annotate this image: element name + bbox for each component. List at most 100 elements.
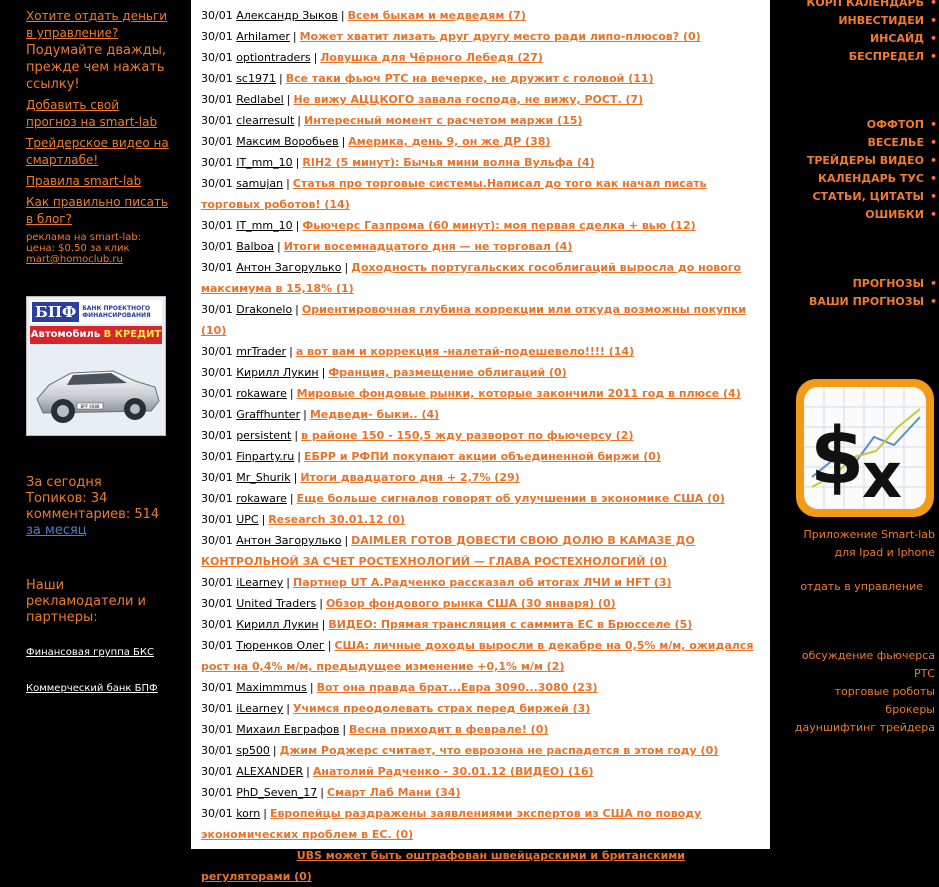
- topic-title-link[interactable]: Интересный момент с расчетом маржи (15): [304, 114, 582, 127]
- topic-title-link[interactable]: ЕБРР и РФПИ покупают акции объединенной …: [304, 450, 661, 463]
- topic-title-link[interactable]: Смарт Лаб Мани (34): [327, 786, 461, 799]
- topic-author-link[interactable]: Balboa: [236, 240, 274, 253]
- right-link-trading-robots[interactable]: торговые роботы: [835, 685, 935, 698]
- partner-link-bks[interactable]: Финансовая группа БКС: [26, 647, 154, 658]
- right-nav-item[interactable]: СТАТЬИ, ЦИТАТЫ •: [812, 190, 937, 203]
- topic-author-link[interactable]: clearresult: [236, 114, 294, 127]
- bullet-icon: •: [929, 118, 937, 131]
- topic-title-link[interactable]: а вот вам и коррекция -налетай-подешевел…: [296, 345, 634, 358]
- stats-month-link[interactable]: за месяц: [26, 523, 87, 538]
- topic-title-link[interactable]: Весна приходит в феврале! (0): [349, 723, 548, 736]
- right-nav-item[interactable]: КОРП КАЛЕНДАРЬ •: [806, 0, 937, 9]
- topic-title-link[interactable]: Итоги двадцатого дня + 2,7% (29): [300, 471, 519, 484]
- right-link-rts[interactable]: РТС: [914, 667, 935, 680]
- topic-author-link[interactable]: Михаил Евграфов: [236, 723, 339, 736]
- right-nav-item[interactable]: ПРОГНОЗЫ •: [853, 277, 937, 290]
- sidebar-link-trader-video[interactable]: Трейдерское видео на смартлабе!: [26, 135, 171, 169]
- topic-title-link[interactable]: Вот она правда брат...Евра 3090...3080 (…: [317, 681, 598, 694]
- topic-title-link[interactable]: Партнер UT А.Радченко рассказал об итога…: [293, 576, 672, 589]
- topic-title-link[interactable]: Еще больше сигналов говорят об улучшении…: [297, 492, 725, 505]
- right-link-brokers[interactable]: брокеры: [885, 703, 935, 716]
- topic-title-link[interactable]: Джим Роджерс считает, что еврозона не ра…: [280, 744, 719, 757]
- topic-title-link[interactable]: Фьючерс Газпрома (60 минут): моя первая …: [302, 219, 695, 232]
- topic-author-link[interactable]: Graffhunter: [236, 408, 300, 421]
- right-nav-item[interactable]: ИНВЕСТИДЕИ •: [838, 14, 937, 27]
- topic-author-link[interactable]: Finparty.ru: [236, 450, 294, 463]
- topic-title-link[interactable]: Франция, размещение облигаций (0): [328, 366, 566, 379]
- topic-title-link[interactable]: Америка, день 9, он же ДР (38): [348, 135, 550, 148]
- table-row: 30/01 clearresult | Интересный момент с ра…: [201, 110, 766, 131]
- topic-author-link[interactable]: Кирилл Лукин: [236, 366, 318, 379]
- topic-author-link[interactable]: Александр Зыков: [236, 9, 338, 22]
- table-row: 30/01 Кирилл Лукин | ВИДЕО: Прямая трансля…: [201, 614, 766, 635]
- sidebar-link-rules[interactable]: Правила smart-lab: [26, 173, 171, 190]
- topic-title-link[interactable]: Мировые фондовые рынки, которые закончил…: [297, 387, 741, 400]
- topic-author-link[interactable]: Тюренков Олег: [236, 639, 325, 652]
- right-nav-label: ВАШИ ПРОГНОЗЫ: [809, 295, 924, 308]
- topic-author-link[interactable]: samujan: [236, 177, 283, 190]
- topic-author-link[interactable]: PhD_Seven_17: [236, 786, 317, 799]
- topic-author-link[interactable]: mrTrader: [236, 345, 286, 358]
- topic-author-link[interactable]: Кирилл Лукин: [236, 618, 318, 631]
- right-link-downshifting[interactable]: дауншифтинг трейдера: [795, 721, 935, 734]
- topic-author-link[interactable]: persistent: [236, 429, 291, 442]
- sidebar-link-manage-money[interactable]: Хотите отдать деньги в управление?: [26, 8, 171, 42]
- bpf-banner[interactable]: БПФ БАНК ПРОЕКТНОГО ФИНАНСИРОВАНИЯ Автом…: [26, 296, 166, 436]
- topic-title-link[interactable]: Обзор фондового рынка США (30 января) (0…: [326, 597, 616, 610]
- topic-author-link[interactable]: Mr_Shurik: [236, 471, 290, 484]
- right-link-manage[interactable]: отдать в управление: [800, 580, 923, 593]
- topic-author-link[interactable]: Максим Воробьев: [236, 135, 338, 148]
- topic-title-link[interactable]: в районе 150 - 150,5 жду разворот по фью…: [301, 429, 633, 442]
- right-nav-item[interactable]: ТРЕЙДЕРЫ ВИДЕО •: [807, 154, 937, 167]
- topic-title-link[interactable]: Research 30.01.12 (0): [268, 513, 405, 526]
- topic-title-link[interactable]: Итоги восемнадцатого дня — не торговал (…: [284, 240, 573, 253]
- topic-title-link[interactable]: Не вижу АЦЦКОГО завала господа, не вижу,…: [293, 93, 643, 106]
- topic-title-link[interactable]: Все таки фьюч РТС на вечерке, не дружит …: [286, 72, 654, 85]
- smartlab-app-icon[interactable]: $ x: [796, 379, 934, 517]
- topic-author-link[interactable]: Антон Загорулько: [236, 534, 341, 547]
- topic-title-link[interactable]: Медведи- быки.. (4): [310, 408, 439, 421]
- topic-title-link[interactable]: Всем быкам и медведям (7): [348, 9, 526, 22]
- right-nav-item[interactable]: ВЕСЕЛЬЕ •: [867, 136, 937, 149]
- right-nav-item[interactable]: ИНСАЙД •: [870, 32, 937, 45]
- topic-author-link[interactable]: UPC: [236, 513, 258, 526]
- sidebar-link-add-forecast[interactable]: Добавить свой прогноз на smart-lab: [26, 97, 171, 131]
- partners-title: Наши рекламодатели и партнеры:: [26, 578, 147, 625]
- topic-title-link[interactable]: RIH2 (5 минут): Бычья мини волна Вульфа …: [302, 156, 594, 169]
- topic-title-link[interactable]: Анатолий Радченко - 30.01.12 (ВИДЕО) (16…: [313, 765, 594, 778]
- right-nav-item[interactable]: ОФФТОП •: [867, 118, 937, 131]
- topic-author-link[interactable]: iLearney: [236, 702, 283, 715]
- right-nav-item[interactable]: БЕСПРЕДЕЛ •: [849, 50, 937, 63]
- topic-author-link[interactable]: Maximmmus: [236, 681, 307, 694]
- topic-title-link[interactable]: Европейцы раздражены заявлениями эксперт…: [201, 807, 701, 841]
- topic-author-link[interactable]: IT_mm_10: [236, 219, 292, 232]
- separator: |: [303, 408, 307, 421]
- topic-author-link[interactable]: Redlabel: [236, 93, 284, 106]
- topic-title-link[interactable]: Может хватит лизать друг другу место рад…: [300, 30, 701, 43]
- right-link-futures-discussion[interactable]: обсуждение фьючерса: [802, 649, 935, 662]
- topic-author-link[interactable]: rokaware: [236, 492, 287, 505]
- topic-title-link[interactable]: Учимся преодолевать страх перед биржей (…: [293, 702, 590, 715]
- topic-author-link[interactable]: rokaware: [236, 387, 287, 400]
- right-nav-item[interactable]: КАЛЕНДАРЬ ТУС •: [818, 172, 937, 185]
- topic-author-link[interactable]: livladimir: [236, 849, 287, 862]
- topic-author-link[interactable]: ALEXANDER: [236, 765, 303, 778]
- topic-author-link[interactable]: optiontraders: [236, 51, 310, 64]
- topic-title-link[interactable]: ВИДЕО: Прямая трансляция с саммита ЕС в …: [328, 618, 692, 631]
- topic-author-link[interactable]: Антон Загорулько: [236, 261, 341, 274]
- topic-author-link[interactable]: Arhilamer: [236, 30, 290, 43]
- topic-author-link[interactable]: sc1971: [236, 72, 276, 85]
- right-nav-item[interactable]: ВАШИ ПРОГНОЗЫ •: [809, 295, 937, 308]
- topic-date: 30/01: [201, 450, 233, 463]
- topic-author-link[interactable]: iLearney: [236, 576, 283, 589]
- sidebar-link-how-to-blog[interactable]: Как правильно писать в блог?: [26, 194, 171, 228]
- ad-email-link[interactable]: mart@homoclub.ru: [26, 254, 123, 265]
- topic-author-link[interactable]: Drakonelo: [236, 303, 292, 316]
- topic-author-link[interactable]: United Traders: [236, 597, 316, 610]
- partner-link-bpf[interactable]: Коммерческий банк БПФ: [26, 683, 158, 694]
- right-nav-item[interactable]: ОШИБКИ •: [865, 208, 937, 221]
- topic-author-link[interactable]: IT_mm_10: [236, 156, 292, 169]
- topic-author-link[interactable]: sp500: [236, 744, 270, 757]
- topic-title-link[interactable]: Ловушка для Чёрного Лебедя (27): [320, 51, 542, 64]
- topic-author-link[interactable]: korn: [236, 807, 260, 820]
